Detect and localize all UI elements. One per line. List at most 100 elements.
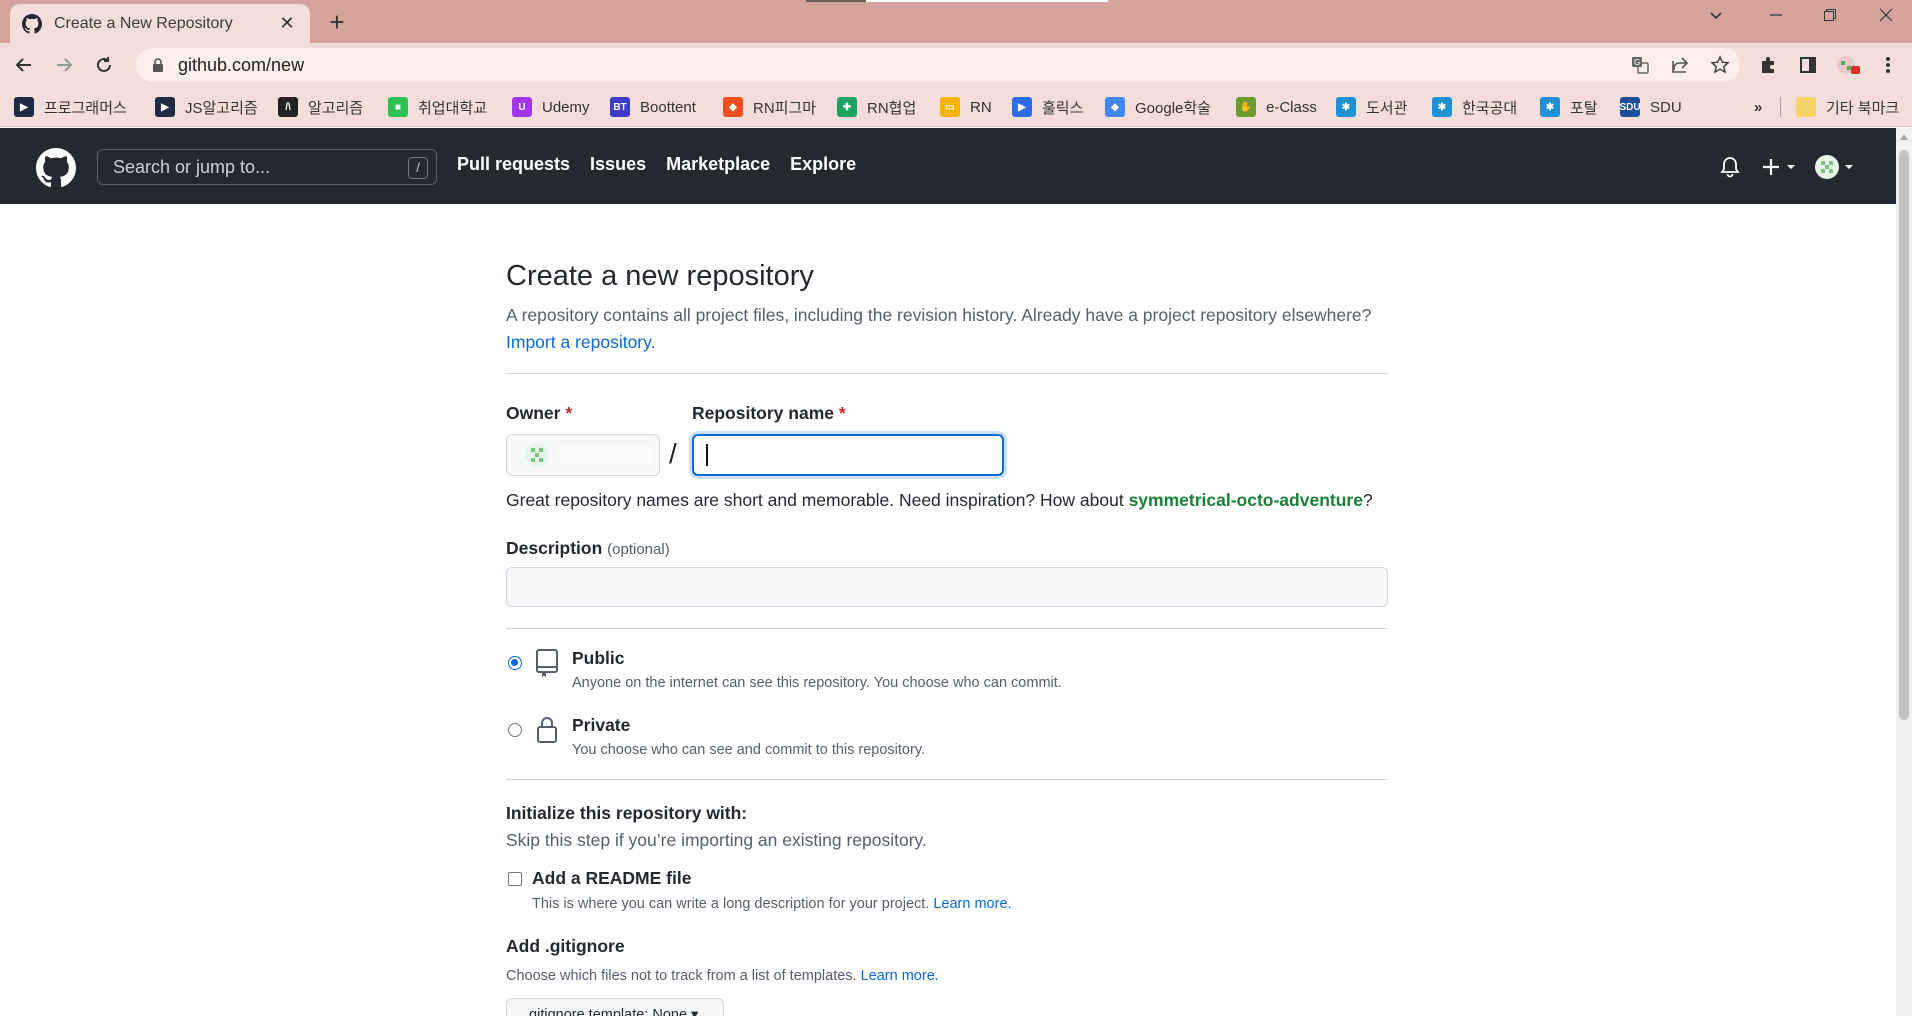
- bookmarks-overflow-button[interactable]: »: [1754, 95, 1762, 119]
- gitignore-desc-text: Choose which files not to track from a l…: [506, 968, 857, 984]
- repo-name-label: Repository name *: [692, 403, 846, 424]
- lock-icon[interactable]: [148, 55, 168, 75]
- create-new-plus-icon[interactable]: [1762, 154, 1802, 180]
- other-bookmarks-folder[interactable]: 기타 북마크: [1796, 95, 1899, 119]
- description-input[interactable]: [506, 567, 1388, 607]
- bookmark-label: Boottent: [640, 98, 696, 116]
- back-arrow-icon[interactable]: [10, 51, 38, 79]
- bookmark-label: 취업대학교: [418, 99, 488, 117]
- gitignore-learn-more-link[interactable]: Learn more.: [861, 968, 939, 984]
- repository-name-input[interactable]: [692, 434, 1004, 476]
- divider: [506, 373, 1388, 374]
- repo-name-hint: Great repository names are short and mem…: [506, 490, 1373, 511]
- divider: [506, 628, 1388, 629]
- nav-marketplace[interactable]: Marketplace: [666, 154, 770, 175]
- nav-issues[interactable]: Issues: [590, 154, 646, 175]
- readme-desc-text: This is where you can write a long descr…: [532, 896, 930, 912]
- required-mark: *: [565, 403, 573, 423]
- page-title: Create a new repository: [506, 260, 814, 292]
- bookmarks-divider: [1780, 97, 1781, 117]
- bookmark-item[interactable]: ✱ 포탈: [1540, 95, 1598, 119]
- forward-arrow-icon[interactable]: [50, 51, 78, 79]
- optional-tag: (optional): [607, 541, 670, 558]
- notifications-bell-icon[interactable]: [1720, 154, 1740, 180]
- browser-tabstrip: Create a New Repository ✕ +: [0, 0, 1912, 43]
- github-header: Search or jump to... / Pull requests Iss…: [0, 128, 1896, 204]
- bookmark-label: 알고리즘: [308, 99, 364, 117]
- bookmark-item[interactable]: ✋ e-Class: [1236, 95, 1317, 119]
- bookmark-label: Google학술: [1135, 99, 1211, 117]
- bookmark-favicon-icon: BT: [610, 97, 630, 117]
- owner-select[interactable]: [506, 434, 660, 476]
- bookmark-label: e-Class: [1266, 98, 1317, 116]
- bookmark-item[interactable]: ▭ RN: [940, 95, 992, 119]
- visibility-private-option[interactable]: Private You choose who can see and commi…: [506, 715, 1388, 765]
- bookmark-favicon-icon: ◆: [1105, 97, 1125, 117]
- bookmark-star-icon[interactable]: [1706, 51, 1734, 79]
- tab-close-icon[interactable]: ✕: [276, 13, 298, 34]
- browser-tab-active[interactable]: Create a New Repository ✕: [10, 4, 310, 43]
- minimize-window-icon[interactable]: [1756, 6, 1796, 27]
- new-tab-button[interactable]: +: [322, 7, 352, 38]
- description-label-text: Description: [506, 538, 603, 558]
- bookmark-item[interactable]: ✱ 도서관: [1336, 95, 1407, 119]
- readme-learn-more-link[interactable]: Learn more.: [933, 896, 1011, 912]
- bookmark-item[interactable]: ▶ 훌릭스: [1012, 95, 1083, 119]
- repo-name-label-text: Repository name: [692, 403, 834, 423]
- bookmark-favicon-icon: ✱: [1432, 97, 1452, 117]
- add-readme-checkbox[interactable]: [508, 872, 522, 886]
- name-suggestion-link[interactable]: symmetrical-octo-adventure: [1129, 490, 1363, 510]
- bookmark-item[interactable]: ◆ RN피그마: [723, 95, 816, 119]
- side-panel-icon[interactable]: [1794, 51, 1822, 79]
- bookmark-label: JS알고리즘: [185, 99, 258, 117]
- user-avatar-menu[interactable]: [1814, 154, 1860, 180]
- reload-icon[interactable]: [90, 51, 118, 79]
- gitignore-template-select[interactable]: .gitignore template: None ▾: [506, 998, 724, 1016]
- github-logo-icon[interactable]: [36, 148, 76, 188]
- tabstrip-topline: [806, 0, 866, 2]
- text-caret: [706, 444, 708, 466]
- private-radio[interactable]: [508, 723, 522, 737]
- import-repository-link[interactable]: Import a repository.: [506, 332, 655, 352]
- bookmark-label: 한국공대: [1462, 99, 1518, 117]
- scrollbar-thumb[interactable]: [1899, 150, 1909, 720]
- bookmark-favicon-icon: ■: [388, 97, 408, 117]
- bookmark-favicon-icon: ◆: [723, 97, 743, 117]
- bookmark-favicon-icon: U: [512, 97, 532, 117]
- share-icon[interactable]: [1666, 51, 1694, 79]
- search-shortcut-key: /: [408, 157, 428, 179]
- github-search-input[interactable]: Search or jump to... /: [97, 149, 437, 185]
- bookmark-label: 도서관: [1366, 99, 1408, 117]
- bookmark-item[interactable]: /\ 알고리즘: [278, 95, 363, 119]
- tab-search-chevron-icon[interactable]: [1696, 6, 1736, 27]
- bookmark-label: Udemy: [542, 98, 590, 116]
- translate-icon[interactable]: G: [1626, 51, 1654, 79]
- bookmark-item[interactable]: ▶ 프로그래머스: [14, 95, 127, 119]
- bookmark-label: 훌릭스: [1042, 99, 1084, 117]
- bookmark-item[interactable]: ◆ Google학술: [1105, 95, 1211, 119]
- bookmark-item[interactable]: ■ 취업대학교: [388, 95, 487, 119]
- restore-window-icon[interactable]: [1810, 6, 1850, 27]
- github-favicon-icon: [22, 13, 42, 34]
- extensions-puzzle-icon[interactable]: [1754, 51, 1782, 79]
- bookmark-item[interactable]: SDU SDU: [1619, 95, 1682, 119]
- tab-title: Create a New Repository: [54, 14, 233, 32]
- page-scrollbar[interactable]: [1896, 128, 1912, 1016]
- bookmark-label: 포탈: [1570, 99, 1598, 117]
- bookmark-item[interactable]: U Udemy: [512, 95, 590, 119]
- visibility-public-option[interactable]: Public Anyone on the internet can see th…: [506, 648, 1388, 698]
- browser-menu-icon[interactable]: [1874, 51, 1902, 79]
- add-readme-description: This is where you can write a long descr…: [532, 896, 1012, 912]
- nav-explore[interactable]: Explore: [790, 154, 856, 175]
- close-window-icon[interactable]: [1866, 6, 1906, 27]
- nav-pull-requests[interactable]: Pull requests: [457, 154, 570, 175]
- bookmark-item[interactable]: ✱ 한국공대: [1432, 95, 1517, 119]
- address-bar[interactable]: github.com/new: [136, 48, 1740, 82]
- bookmark-item[interactable]: BT Boottent: [610, 95, 696, 119]
- scroll-up-arrow-icon[interactable]: [1900, 134, 1908, 140]
- public-radio[interactable]: [508, 656, 522, 670]
- profile-avatar-icon[interactable]: [1834, 51, 1862, 79]
- bookmark-item[interactable]: ✚ RN협업: [837, 95, 916, 119]
- other-bookmarks-label: 기타 북마크: [1826, 99, 1900, 117]
- bookmark-item[interactable]: ▶ JS알고리즘: [155, 95, 258, 119]
